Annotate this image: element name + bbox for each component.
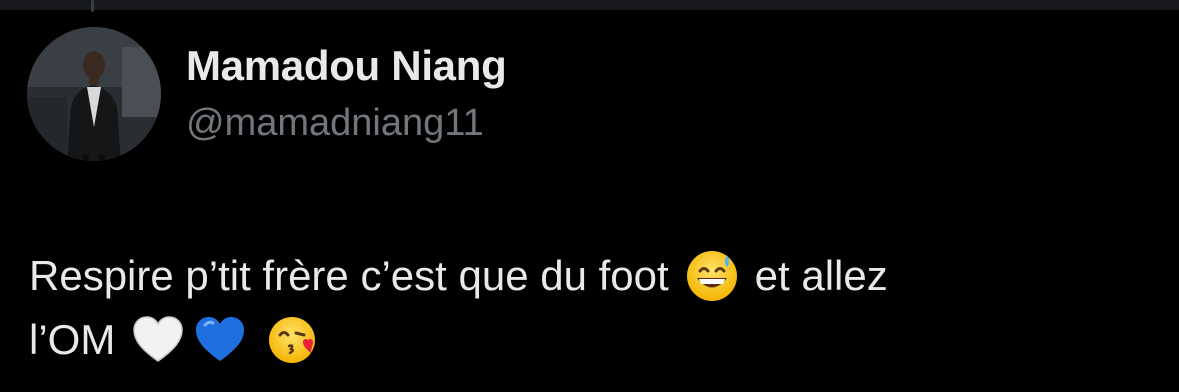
- tweet-text-segment: l’OM: [29, 316, 116, 363]
- tweet-text-line-2: l’OM: [29, 308, 1149, 372]
- white-heart-emoji-icon: [131, 313, 185, 367]
- author-handle[interactable]: @mamadniang11: [186, 102, 484, 145]
- profile-photo-icon: [27, 27, 161, 161]
- grinning-face-with-sweat-emoji-icon: [685, 249, 739, 303]
- avatar[interactable]: [27, 27, 161, 161]
- tweet[interactable]: Mamadou Niang @mamadniang11 Respire p’ti…: [0, 0, 1179, 392]
- tweet-body: Respire p’tit frère c’est que du foot et…: [29, 244, 1149, 372]
- tweet-text-segment: et allez: [754, 252, 888, 299]
- author-display-name[interactable]: Mamadou Niang: [186, 42, 507, 90]
- tweet-text-line-1: Respire p’tit frère c’est que du foot et…: [29, 244, 1149, 308]
- face-blowing-kiss-emoji-icon: [267, 313, 321, 367]
- blue-heart-emoji-icon: [193, 313, 247, 367]
- tweet-text-segment: Respire p’tit frère c’est que du foot: [29, 252, 669, 299]
